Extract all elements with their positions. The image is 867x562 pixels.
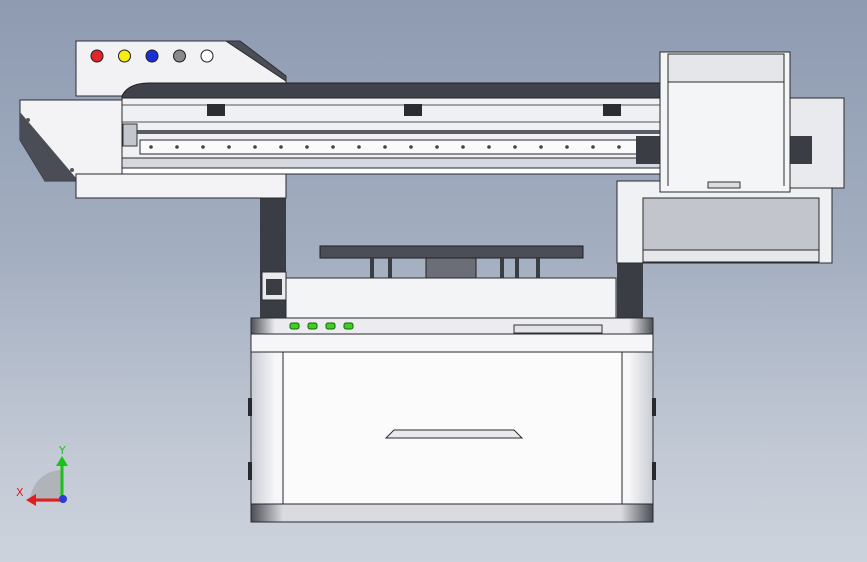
rail-bolt (175, 145, 179, 149)
print-platform (261, 245, 617, 325)
rail-bolt (513, 145, 517, 149)
gantry-beam (121, 82, 663, 175)
status-led (289, 322, 300, 330)
cad-viewport[interactable]: Y X (0, 0, 867, 562)
rail-bolt (591, 145, 595, 149)
rail-bolt (617, 145, 621, 149)
axis-triad: Y X (16, 444, 68, 506)
rail-bolt (383, 145, 387, 149)
printer-model[interactable]: Y X (0, 0, 867, 562)
rail-bolt (539, 145, 543, 149)
yellow-ink-indicator (118, 49, 131, 63)
status-led (343, 322, 354, 330)
x-axis-label: X (16, 486, 24, 499)
rail-bolt (201, 145, 205, 149)
rail-bolt (565, 145, 569, 149)
rail-bolt (227, 145, 231, 149)
blue-ink-indicator (145, 49, 159, 63)
rail-bolt (305, 145, 309, 149)
status-led (307, 322, 318, 330)
rail-bolt (435, 145, 439, 149)
y-axis-label: Y (58, 444, 66, 457)
red-ink-indicator (90, 49, 104, 63)
white-ink-indicator (200, 49, 214, 63)
rail-bolt (253, 145, 257, 149)
gray-ink-indicator (173, 49, 186, 63)
rail-bolt (279, 145, 283, 149)
rail-bolt (409, 145, 413, 149)
rail-bolt (461, 145, 465, 149)
cabinet (248, 317, 656, 523)
rail-bolt (487, 145, 491, 149)
rail-bolt (357, 145, 361, 149)
right-pillar (617, 258, 643, 318)
status-led (325, 322, 336, 330)
rail-bolt (149, 145, 153, 149)
rail-bolt (331, 145, 335, 149)
